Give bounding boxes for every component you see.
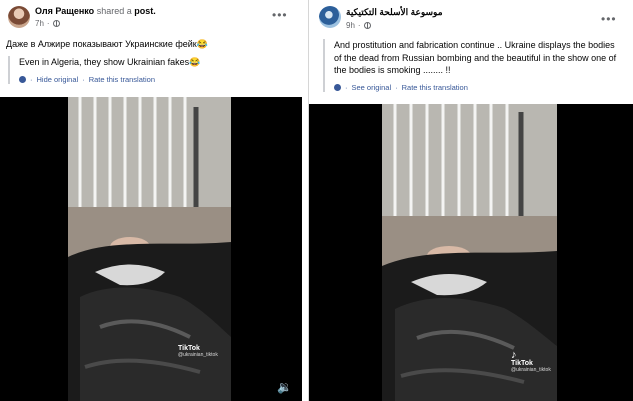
hide-original-link[interactable]: Hide original: [37, 75, 79, 84]
right-post-header: موسوعة الأسلحة التكتيكية 9h · •••: [309, 0, 633, 34]
see-original-link[interactable]: See original: [352, 83, 392, 92]
left-video-player[interactable]: TikTok @ukrainian_tiktok 🔉: [0, 97, 302, 401]
right-author-line: موسوعة الأسلحة التكتيكية: [346, 7, 443, 18]
left-tiktok-handle: @ukrainian_tiktok: [178, 352, 218, 358]
right-rate-translation-link[interactable]: Rate this translation: [402, 83, 468, 92]
globe-icon: [363, 22, 371, 29]
translate-icon: [334, 83, 341, 91]
right-translation-block: And prostitution and fabrication continu…: [323, 39, 623, 92]
left-translation-block: Even in Algeria, they show Ukrainian fak…: [8, 56, 288, 84]
right-tiktok-handle: @ukrainian_tiktok: [511, 367, 551, 373]
tiktok-logo-icon: ♪: [511, 349, 517, 361]
left-video-frame: [0, 97, 302, 401]
globe-icon: [52, 20, 60, 27]
left-shared-object[interactable]: post.: [134, 6, 156, 16]
left-more-options-button[interactable]: •••: [272, 9, 288, 21]
right-video-player[interactable]: ♪ TikTok @ukrainian_tiktok: [309, 104, 633, 401]
right-tiktok-label: TikTok: [511, 360, 533, 367]
left-translation-links: · Hide original · Rate this translation: [19, 75, 288, 84]
left-post-meta: 7h ·: [35, 19, 60, 28]
right-post: موسوعة الأسلحة التكتيكية 9h · ••• And pr…: [308, 0, 633, 401]
right-translation-text: And prostitution and fabrication continu…: [334, 40, 617, 75]
left-rate-translation-link[interactable]: Rate this translation: [89, 75, 155, 84]
left-author-name[interactable]: Оля Ращенко: [35, 6, 94, 16]
volume-icon[interactable]: 🔉: [277, 380, 292, 394]
right-avatar[interactable]: [319, 6, 341, 28]
left-post-time[interactable]: 7h: [35, 19, 44, 28]
translate-icon: [19, 75, 26, 83]
right-post-meta: 9h ·: [346, 21, 371, 30]
right-tiktok-watermark: ♪ TikTok @ukrainian_tiktok: [511, 349, 551, 374]
right-translation-links: · See original · Rate this translation: [334, 83, 623, 92]
left-translation-text: Even in Algeria, they show Ukrainian fak…: [19, 57, 201, 67]
left-post-header: Оля Ращенко shared a post. 7h · •••: [0, 0, 302, 34]
left-avatar[interactable]: [8, 6, 30, 28]
left-author-line: Оля Ращенко shared a post.: [35, 6, 156, 16]
left-post-text: Даже в Алжире показывают Украинские фейк…: [6, 39, 208, 49]
left-post: Оля Ращенко shared a post. 7h · ••• Даже…: [0, 0, 302, 401]
left-tiktok-label: TikTok: [178, 345, 200, 352]
right-more-options-button[interactable]: •••: [601, 13, 617, 25]
right-author-name[interactable]: موسوعة الأسلحة التكتيكية: [346, 7, 443, 17]
right-video-frame: [309, 104, 633, 401]
right-post-time[interactable]: 9h: [346, 21, 355, 30]
left-tiktok-watermark: TikTok @ukrainian_tiktok: [178, 345, 218, 358]
left-shared-action: shared a: [96, 6, 132, 16]
